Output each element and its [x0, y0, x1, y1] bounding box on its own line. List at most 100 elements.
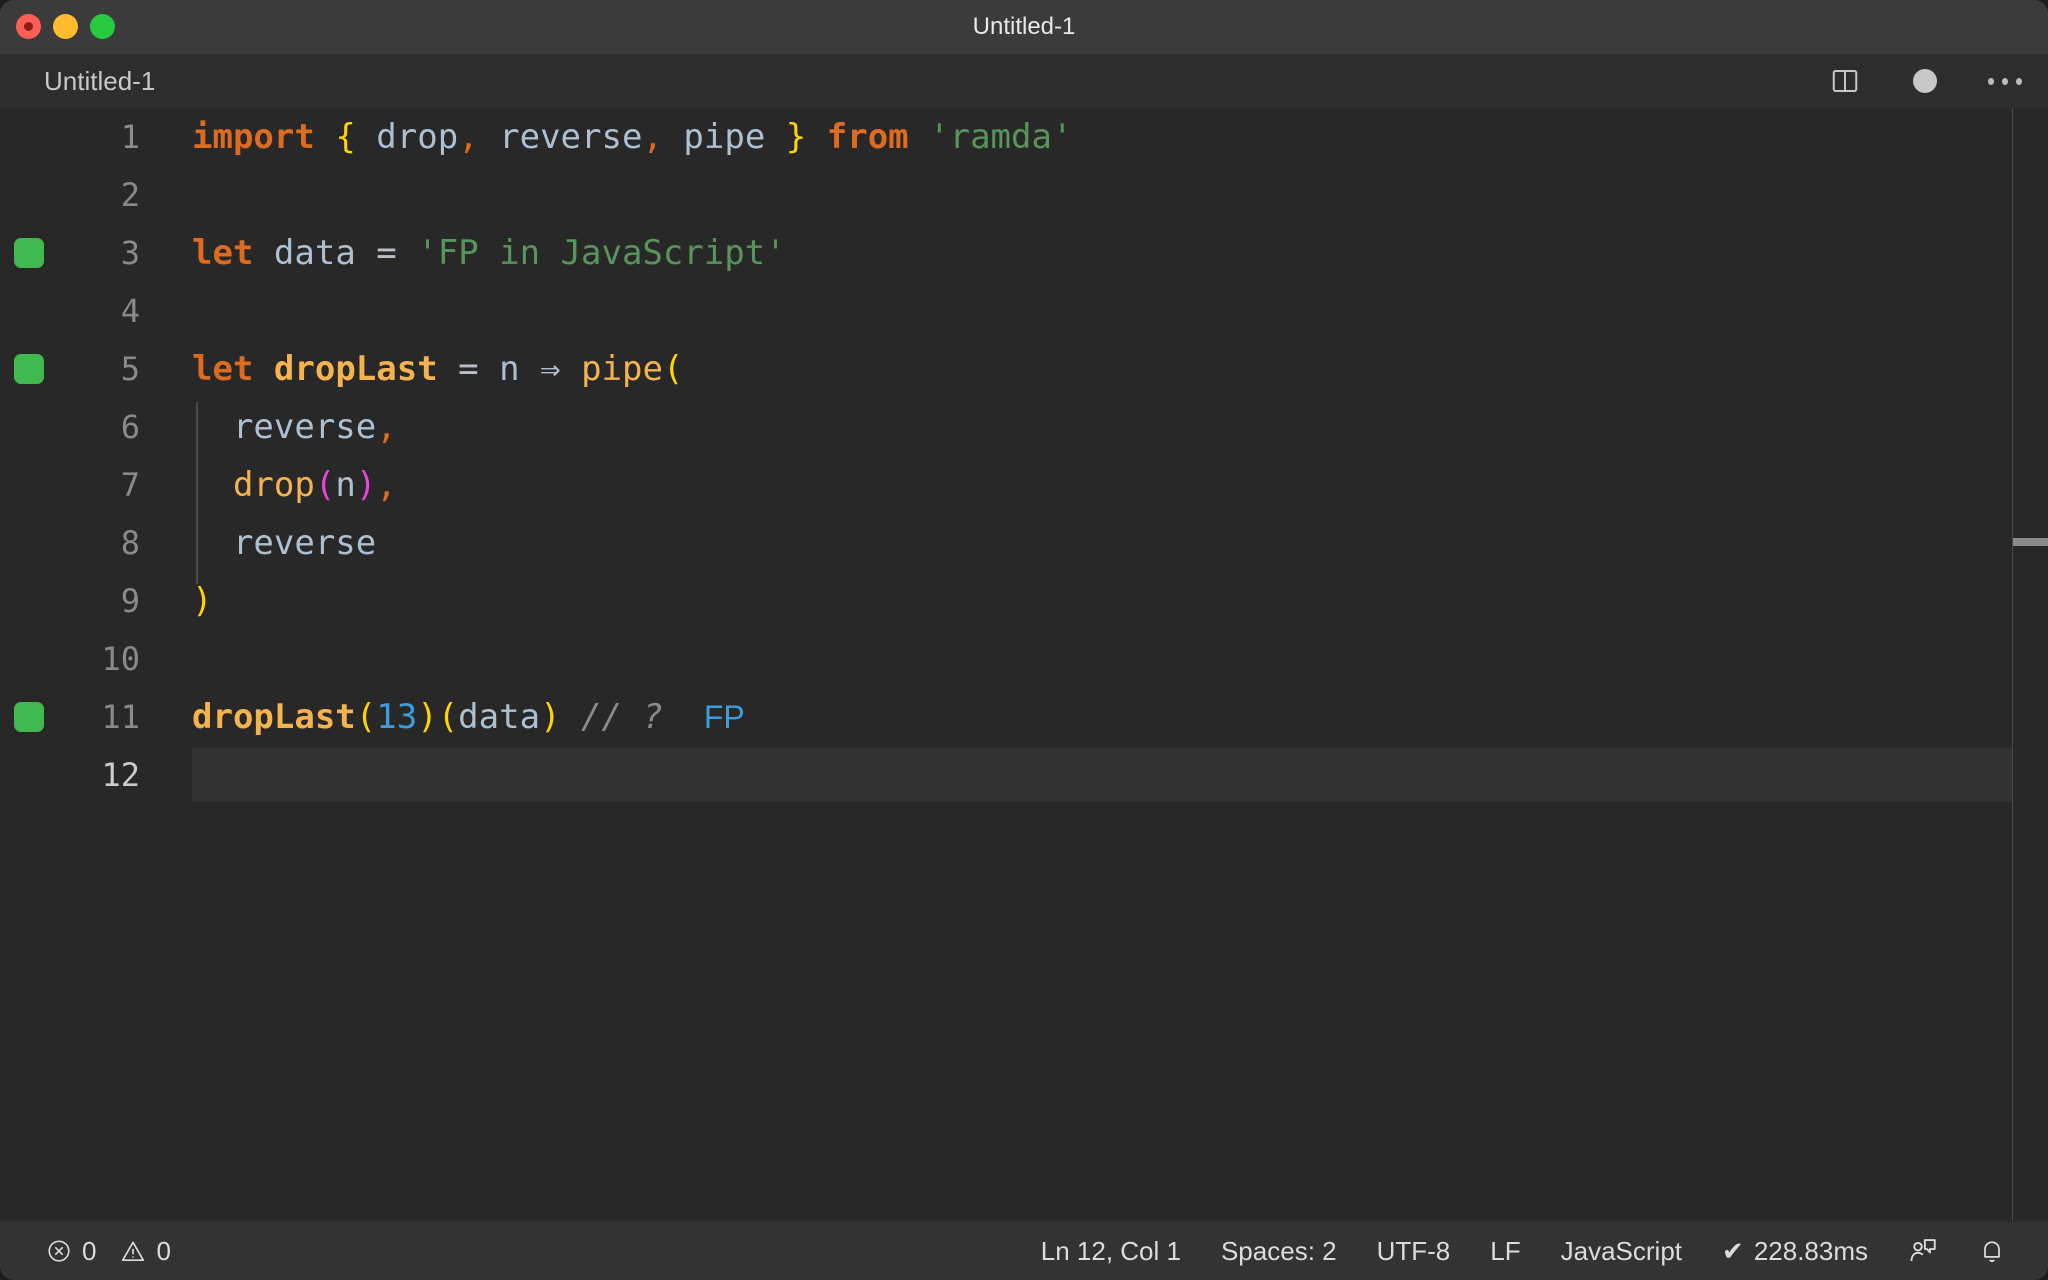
code-line[interactable]: 4 — [0, 282, 2048, 340]
code-line[interactable]: 2 — [0, 166, 2048, 224]
code-token: drop — [376, 117, 459, 157]
editor-right-border — [2012, 108, 2013, 1222]
code-line[interactable]: 9) — [0, 572, 2048, 630]
line-number: 6 — [120, 408, 140, 446]
warning-count: 0 — [156, 1235, 171, 1266]
editor-actions — [1828, 54, 2022, 108]
code-token: // ? — [581, 697, 663, 737]
code-token: n — [499, 349, 520, 389]
code-token: reverse — [232, 523, 377, 563]
code-token: ⇒ — [540, 349, 561, 389]
code-line[interactable]: 12 — [0, 746, 2048, 804]
code-token: pipe — [581, 349, 663, 389]
code-editor[interactable]: 1 import { drop, reverse, pipe } from 'ra… — [0, 108, 2048, 1222]
code-line[interactable]: 8 reverse — [0, 514, 2048, 572]
code-line[interactable]: 3 let data = 'FP in JavaScript' — [0, 224, 2048, 282]
code-token: ( — [314, 465, 336, 505]
line-content: reverse — [192, 514, 376, 572]
error-circle-icon — [46, 1238, 72, 1264]
line-content: reverse, — [192, 398, 397, 456]
split-editor-icon[interactable] — [1828, 64, 1862, 98]
status-bar: 0 0 Ln 12, Col 1 Spaces: 2 UTF-8 LF Java… — [0, 1221, 2048, 1280]
code-token: ( — [437, 697, 459, 737]
code-token: data — [273, 233, 356, 273]
line-number: 10 — [101, 640, 140, 678]
code-line[interactable]: 7 drop(n), — [0, 456, 2048, 514]
code-token: , — [642, 117, 663, 157]
encoding-status[interactable]: UTF-8 — [1357, 1222, 1471, 1280]
line-number: 7 — [120, 466, 140, 504]
problems-status[interactable]: 0 0 — [26, 1222, 191, 1280]
line-content: let data = 'FP in JavaScript' — [192, 224, 786, 282]
code-token: = — [376, 233, 397, 273]
code-token: , — [376, 407, 397, 447]
editor-window: Untitled-1 Untitled-1 1 import { drop, re… — [0, 0, 2048, 1280]
unsaved-dot-icon[interactable] — [1908, 64, 1942, 98]
status-bar-right: Ln 12, Col 1 Spaces: 2 UTF-8 LF JavaScri… — [1021, 1222, 2026, 1280]
line-content: let dropLast = n ⇒ pipe( — [192, 340, 683, 398]
window-title: Untitled-1 — [972, 13, 1076, 40]
code-line[interactable]: 5 let dropLast = n ⇒ pipe( — [0, 340, 2048, 398]
error-count: 0 — [82, 1235, 97, 1266]
code-token: data — [458, 697, 541, 737]
code-token: , — [376, 465, 397, 505]
line-content: dropLast(13)(data) // ? FP — [192, 688, 745, 746]
code-token: FP — [703, 699, 745, 735]
line-number: 1 — [120, 118, 140, 156]
code-line[interactable]: 11 dropLast(13)(data) // ? FP — [0, 688, 2048, 746]
code-line[interactable]: 1 import { drop, reverse, pipe } from 'ra… — [0, 108, 2048, 166]
window-titlebar: Untitled-1 — [0, 0, 2048, 55]
code-token: ) — [355, 465, 377, 505]
indentation-status[interactable]: Spaces: 2 — [1201, 1222, 1357, 1280]
code-lines[interactable]: 1 import { drop, reverse, pipe } from 'ra… — [0, 108, 2048, 1222]
quokka-status[interactable]: ✔ 228.83ms — [1702, 1222, 1888, 1280]
code-token: reverse — [499, 117, 643, 157]
code-line[interactable]: 10 — [0, 630, 2048, 688]
feedback-smiley-icon[interactable] — [1888, 1222, 1958, 1280]
editor-tabbar: Untitled-1 — [0, 54, 2048, 108]
code-token: 'ramda' — [929, 117, 1073, 157]
code-line[interactable]: 6 reverse, — [0, 398, 2048, 456]
more-actions-icon[interactable] — [1988, 64, 2022, 98]
quokka-time: 228.83ms — [1753, 1235, 1868, 1266]
tab-untitled-1[interactable]: Untitled-1 — [0, 54, 184, 108]
line-content: drop(n), — [192, 456, 397, 514]
bell-icon[interactable] — [1958, 1222, 2026, 1280]
eol-status[interactable]: LF — [1470, 1222, 1540, 1280]
indent-guide — [196, 402, 198, 584]
code-token: = — [458, 349, 479, 389]
code-token: let — [192, 349, 254, 389]
language-mode-status[interactable]: JavaScript — [1541, 1222, 1702, 1280]
line-number: 8 — [120, 524, 140, 562]
code-token: n — [335, 465, 356, 505]
line-number: 3 — [120, 234, 140, 272]
overview-ruler-marker[interactable] — [2013, 538, 2048, 546]
line-number: 4 — [120, 292, 140, 330]
line-number: 12 — [101, 756, 140, 794]
line-number: 2 — [120, 176, 140, 214]
code-token: ) — [417, 697, 438, 737]
code-token: dropLast — [192, 697, 356, 737]
code-token: import — [192, 117, 315, 157]
code-token: 13 — [376, 697, 418, 737]
line-number: 11 — [101, 698, 140, 736]
cursor-position-status[interactable]: Ln 12, Col 1 — [1021, 1222, 1201, 1280]
line-number: 9 — [120, 582, 140, 620]
